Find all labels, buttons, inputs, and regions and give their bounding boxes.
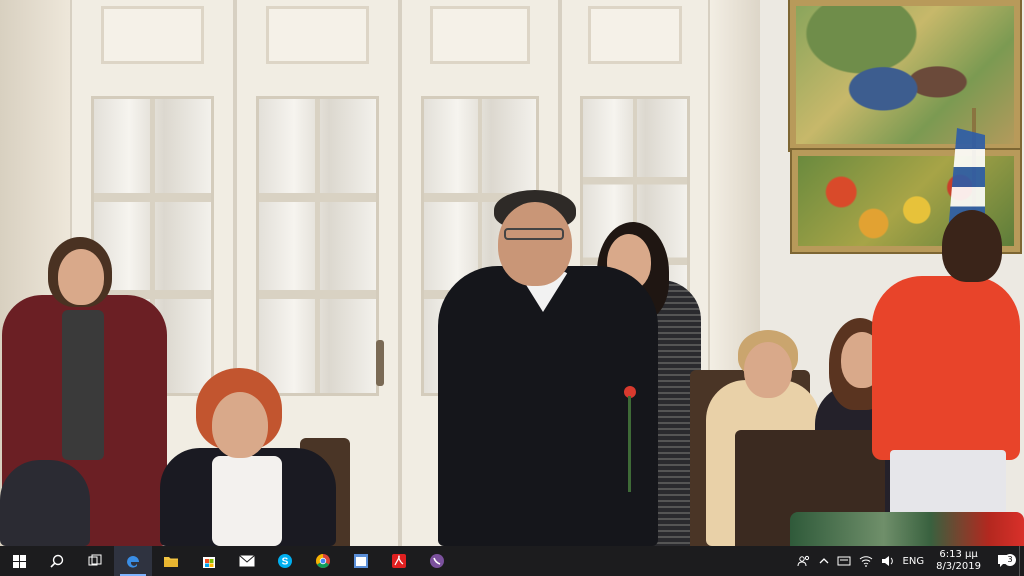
edge-browser-icon [127,556,139,568]
taskbar: S ENG 6:13 μμ 8/3/2019 3 [0,546,1024,576]
person-woman-orange-top [870,210,1024,546]
people-icon[interactable] [793,554,815,568]
mail-icon [239,555,255,567]
search-icon [50,554,64,568]
skype-icon: S [278,554,292,568]
volume-icon[interactable] [877,555,899,567]
clock-date: 8/3/2019 [936,561,981,572]
person-red-haired-woman [160,368,340,546]
windows-start-icon [12,554,26,568]
taskbar-app-viber[interactable] [418,546,456,576]
folder-icon [164,557,178,567]
person-standing-man [438,190,658,546]
chrome-icon [316,554,330,568]
taskbar-app-chrome[interactable] [304,546,342,576]
chevron-up-icon[interactable] [815,557,833,565]
taskbar-app-window[interactable] [342,546,380,576]
clock[interactable]: 6:13 μμ 8/3/2019 [928,549,989,573]
language-indicator[interactable]: ENG [899,556,929,567]
system-tray: ENG 6:13 μμ 8/3/2019 3 [793,546,1024,576]
app-window-icon [354,554,368,568]
task-view-icon [88,554,102,566]
start-button[interactable] [0,546,38,576]
video-frame[interactable] [0,0,1024,546]
search-button[interactable] [38,546,76,576]
wifi-icon[interactable] [855,555,877,567]
taskbar-app-skype[interactable]: S [266,546,304,576]
taskbar-app-store[interactable] [190,546,228,576]
taskbar-app-file-explorer[interactable] [152,546,190,576]
taskbar-app-mail[interactable] [228,546,266,576]
svg-text:S: S [282,557,289,568]
task-view-button[interactable] [76,546,114,576]
input-indicator-icon[interactable] [833,555,855,567]
clock-time: 6:13 μμ [939,549,978,560]
person-seated-left-edge [0,440,90,546]
painting-mother-child [790,0,1020,150]
notification-count-badge: 3 [1004,554,1016,566]
action-center-button[interactable]: 3 [989,554,1019,568]
store-icon [203,557,215,568]
viber-icon [430,554,444,568]
taskbar-app-edge[interactable] [114,546,152,576]
screen: S ENG 6:13 μμ 8/3/2019 3 [0,0,1024,576]
show-desktop-button[interactable] [1019,546,1024,576]
taskbar-app-acrobat[interactable] [380,546,418,576]
table-carnations [790,512,1024,546]
acrobat-icon [392,554,406,568]
